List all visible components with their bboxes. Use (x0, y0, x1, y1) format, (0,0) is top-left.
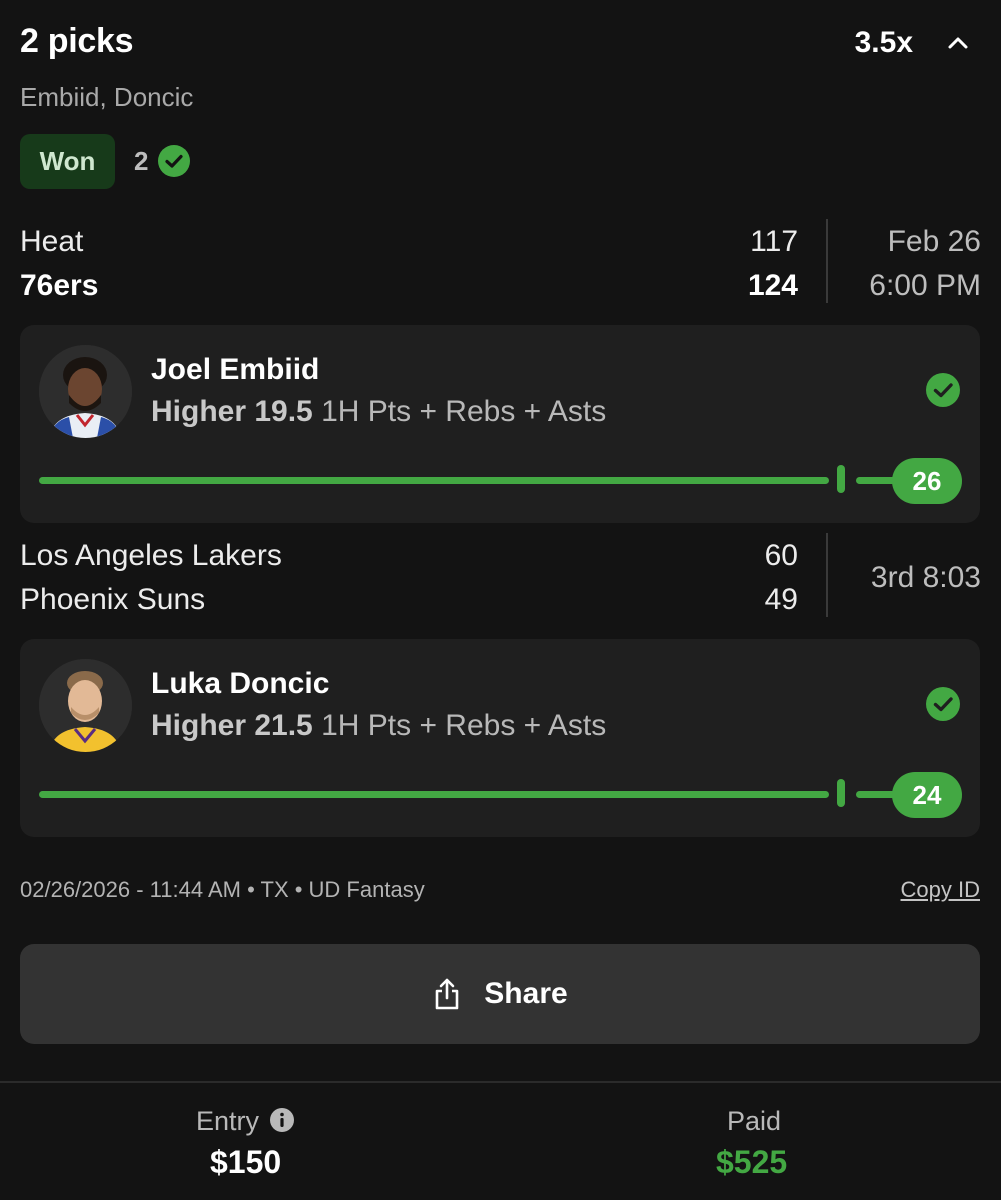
entry-meta: 02/26/2026 - 11:44 AM • TX • UD Fantasy (20, 877, 425, 902)
pick-line: Higher 19.5 1H Pts + Rebs + Asts (151, 395, 606, 429)
divider (826, 219, 828, 303)
entry-detail-page: 2 picks 3.5x Embiid, Doncic Won 2 Heat 1… (0, 0, 1001, 1200)
team-score: 49 (764, 583, 798, 616)
paid-value: $525 (716, 1144, 788, 1180)
correct-count: 2 (134, 146, 149, 176)
entry-value: $150 (210, 1144, 282, 1180)
status-badge-label: Won (39, 146, 96, 176)
team-name: Phoenix Suns (20, 583, 206, 616)
result-value: 26 (912, 465, 942, 496)
check-circle-icon (158, 145, 190, 177)
team-score: 117 (750, 225, 798, 258)
share-button-label: Share (484, 977, 568, 1010)
line-marker (837, 465, 845, 493)
paid-label: Paid (727, 1106, 782, 1136)
pick-card[interactable]: Luka Doncic Higher 21.5 1H Pts + Rebs + … (20, 639, 980, 837)
result-pill: 26 (892, 458, 962, 504)
team-score: 60 (764, 539, 798, 572)
pick-stat: 1H Pts + Rebs + Asts (321, 395, 607, 428)
entry-label: Entry (196, 1106, 260, 1136)
player-avatar (39, 659, 132, 752)
players-summary: Embiid, Doncic (20, 82, 194, 112)
chevron-up-icon[interactable] (945, 30, 971, 56)
team-name: Los Angeles Lakers (20, 539, 282, 572)
divider (0, 1081, 1001, 1083)
game-status: 3rd 8:03 (870, 561, 981, 594)
picks-count-title: 2 picks (20, 22, 134, 60)
team-name: Heat (20, 225, 84, 258)
progress-bar (39, 791, 829, 798)
player-photo-icon (39, 659, 132, 752)
game-date: Feb 26 (887, 225, 981, 258)
player-name: Luka Doncic (151, 667, 330, 700)
progress-bar-tail (856, 477, 896, 484)
copy-id-link[interactable]: Copy ID (901, 877, 980, 903)
pick-direction: Higher 21.5 (151, 709, 313, 742)
game-row: Los Angeles Lakers 60 Phoenix Suns 49 3r… (20, 533, 981, 621)
share-icon (435, 978, 459, 1010)
player-photo-icon (39, 345, 132, 438)
team-score: 124 (747, 269, 798, 302)
progress-bar (39, 477, 829, 484)
line-marker (837, 779, 845, 807)
payout-multiplier: 3.5x (854, 26, 913, 59)
check-circle-icon (926, 373, 960, 407)
pick-direction: Higher 19.5 (151, 395, 313, 428)
result-pill: 24 (892, 772, 962, 818)
progress-bar-tail (856, 791, 896, 798)
pick-card[interactable]: Joel Embiid Higher 19.5 1H Pts + Rebs + … (20, 325, 980, 523)
game-row: Heat 117 76ers 124 Feb 26 6:00 PM (20, 219, 981, 307)
team-name: 76ers (20, 269, 99, 302)
pick-stat: 1H Pts + Rebs + Asts (321, 709, 607, 742)
divider (826, 533, 828, 617)
game-time: 6:00 PM (869, 269, 981, 302)
info-icon[interactable] (270, 1108, 294, 1132)
pick-line: Higher 21.5 1H Pts + Rebs + Asts (151, 709, 606, 743)
player-avatar (39, 345, 132, 438)
share-button[interactable]: Share (20, 944, 980, 1044)
status-badge: Won (20, 134, 115, 189)
player-name: Joel Embiid (151, 353, 320, 386)
check-circle-icon (926, 687, 960, 721)
result-value: 24 (912, 779, 942, 810)
